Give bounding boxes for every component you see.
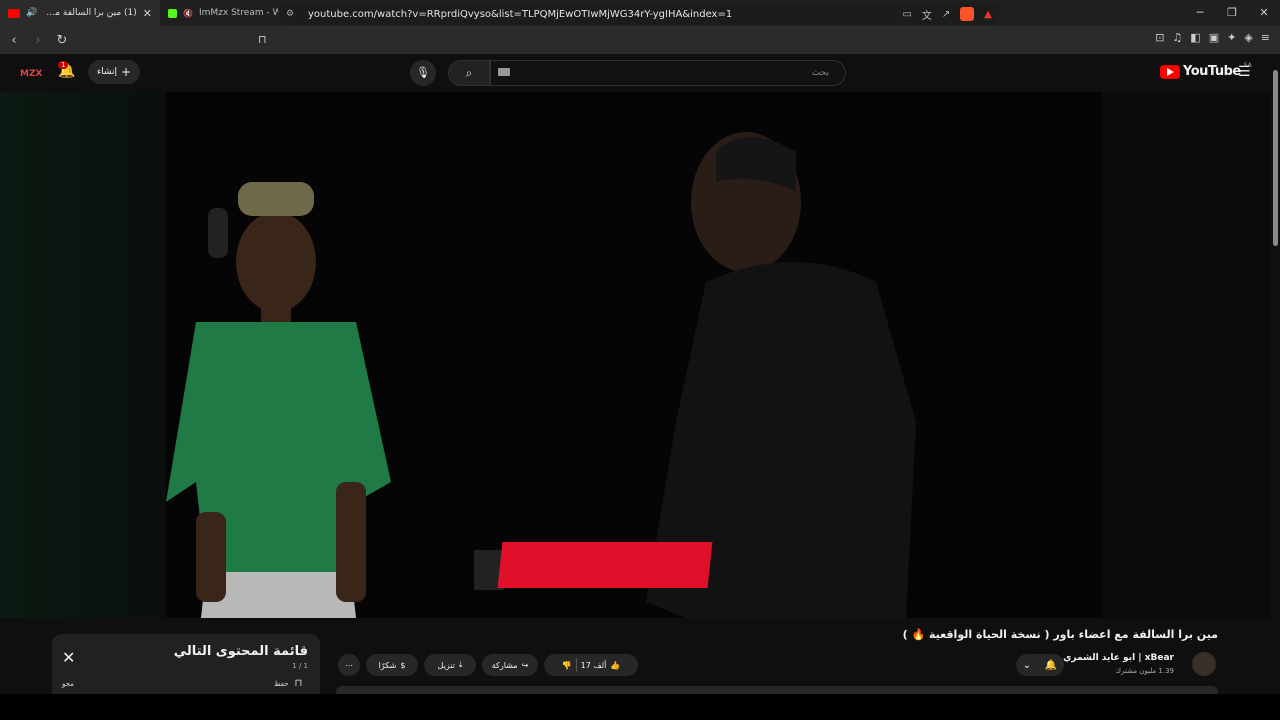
address-bar-row: ‹ › ↻ [0, 26, 1280, 54]
url-actions: ▭ 文 ↗ ▲ [902, 7, 992, 22]
super-thanks-icon: $ [400, 660, 406, 670]
wallet-icon[interactable]: ▣ [1209, 31, 1219, 44]
youtube-favicon-icon [8, 8, 20, 18]
like-divider [575, 658, 577, 672]
cast-icon[interactable]: ▭ [902, 9, 911, 20]
like-count[interactable]: 17 ألف [581, 661, 607, 670]
restore-icon[interactable]: ❐ [1216, 0, 1248, 26]
share-icon: ↪ [521, 660, 529, 670]
save-label: حفظ [274, 679, 289, 688]
kick-favicon-icon [168, 8, 177, 18]
bottom-strip [0, 694, 1280, 720]
description-box[interactable] [336, 686, 1218, 694]
playlist-panel: ✕ قائمة المحتوى التالي 1 / 1 حفظ ⊓ محو [52, 634, 320, 694]
bookmark-icon[interactable]: ⊓ [258, 33, 267, 46]
thanks-button[interactable]: شكرًا $ [366, 654, 418, 676]
share-page-icon[interactable]: ↗ [942, 9, 950, 20]
close-tab-icon[interactable]: ✕ [143, 7, 152, 20]
video-title: مين برا السالفة مع اعضاء باور ( نسخة الح… [902, 628, 1218, 641]
youtube-wordmark: YouTube [1183, 64, 1241, 79]
chevron-down-icon: ⌄ [1022, 659, 1032, 671]
screenshot-icon[interactable]: ⊡ [1155, 31, 1164, 44]
download-label: تنزيل [437, 660, 455, 670]
muted-icon[interactable]: 🔇 [183, 9, 193, 18]
create-label: إنشاء [96, 67, 117, 77]
extensions-bar: ⊡ ♫ ◧ ▣ ✦ ◈ ≡ [1155, 31, 1270, 44]
notifications-bell-icon[interactable]: 🔔 1 [58, 61, 78, 83]
subscribed-button[interactable]: ⌄ 🔔 [1016, 654, 1064, 676]
page-scrollbar[interactable] [1270, 54, 1280, 694]
bell-icon: 🔔 [1044, 659, 1058, 671]
voice-search-icon[interactable]: 🎙 [410, 60, 436, 86]
translate-icon[interactable]: 文 [922, 7, 932, 22]
notification-badge: 1 [58, 61, 69, 69]
forward-icon[interactable]: › [28, 33, 48, 48]
create-button[interactable]: إنشاء + [88, 60, 140, 84]
reload-icon[interactable]: ↻ [52, 33, 72, 48]
vpn-icon[interactable]: ◈ [1244, 31, 1252, 44]
share-label: مشاركة [491, 660, 518, 670]
minimize-icon[interactable]: ─ [1184, 0, 1216, 26]
plus-icon: + [120, 65, 132, 79]
menu-icon[interactable]: ≡ [1261, 31, 1270, 44]
url-text: youtube.com/watch?v=RRprdiQvyso&list=TLP… [308, 8, 733, 20]
url-bar[interactable]: ⚙ youtube.com/watch?v=RRprdiQvyso&list=T… [278, 3, 1000, 25]
brave-rewards-icon[interactable]: ▲ [984, 9, 992, 20]
brave-shield-icon[interactable] [960, 7, 975, 21]
subscriber-count: 1.39 مليون مشترك [1115, 667, 1174, 675]
leo-ai-icon[interactable]: ✦ [1227, 31, 1236, 44]
like-dislike-group: 👎 17 ألف 👍 [544, 654, 638, 676]
close-window-icon[interactable]: ✕ [1248, 0, 1280, 26]
like-icon[interactable]: 👍 [610, 661, 620, 670]
youtube-play-icon [1160, 64, 1180, 79]
video-background [0, 92, 1270, 618]
window-controls: ─ ❐ ✕ [1184, 0, 1280, 26]
playlist-title: قائمة المحتوى التالي [173, 644, 308, 659]
sidebar-icon[interactable]: ◧ [1190, 31, 1200, 44]
bookmark-save-icon: ⊓ [294, 678, 303, 689]
download-button[interactable]: تنزيل ⤓ [424, 654, 476, 676]
tab-title: (1) مين برا السالفة مع اعضاء باور [43, 8, 137, 18]
more-actions-button[interactable]: ⋯ [338, 654, 360, 676]
account-avatar[interactable]: MZX [20, 63, 42, 85]
search-button[interactable]: ⌕ [448, 60, 490, 86]
share-button[interactable]: مشاركة ↪ [482, 654, 538, 676]
download-icon: ⤓ [458, 660, 463, 669]
media-icon[interactable]: ♫ [1172, 31, 1182, 44]
youtube-header: MZX 🔔 1 إنشاء + 🎙 ⌕ بحث YouTube SA ☰ [0, 54, 1280, 92]
playlist-position: 1 / 1 [292, 662, 308, 670]
channel-avatar[interactable] [1192, 652, 1216, 676]
site-settings-icon[interactable]: ⚙ [286, 9, 300, 19]
clear-playlist-button[interactable]: محو [62, 680, 74, 688]
red-box [497, 542, 713, 588]
scrollbar-thumb[interactable] [1273, 70, 1278, 246]
channel-name[interactable]: xBear | ابو عايد الشمري [1063, 653, 1174, 663]
guide-menu-icon[interactable]: ☰ [1238, 64, 1251, 80]
keyboard-icon[interactable] [498, 68, 510, 76]
video-frame-person-left [166, 182, 391, 618]
save-playlist-button[interactable]: حفظ ⊓ [274, 678, 302, 689]
close-playlist-icon[interactable]: ✕ [62, 648, 75, 667]
back-icon[interactable]: ‹ [4, 33, 24, 48]
speaker-icon[interactable]: 🔊 [26, 8, 37, 18]
search-input[interactable]: بحث [490, 60, 846, 86]
tab-youtube[interactable]: 🔊 (1) مين برا السالفة مع اعضاء باور ✕ [0, 0, 160, 26]
thanks-label: شكرًا [378, 660, 397, 670]
video-side-area [1102, 92, 1270, 618]
dislike-icon[interactable]: 👎 [562, 661, 572, 670]
video-player[interactable] [166, 92, 1102, 618]
